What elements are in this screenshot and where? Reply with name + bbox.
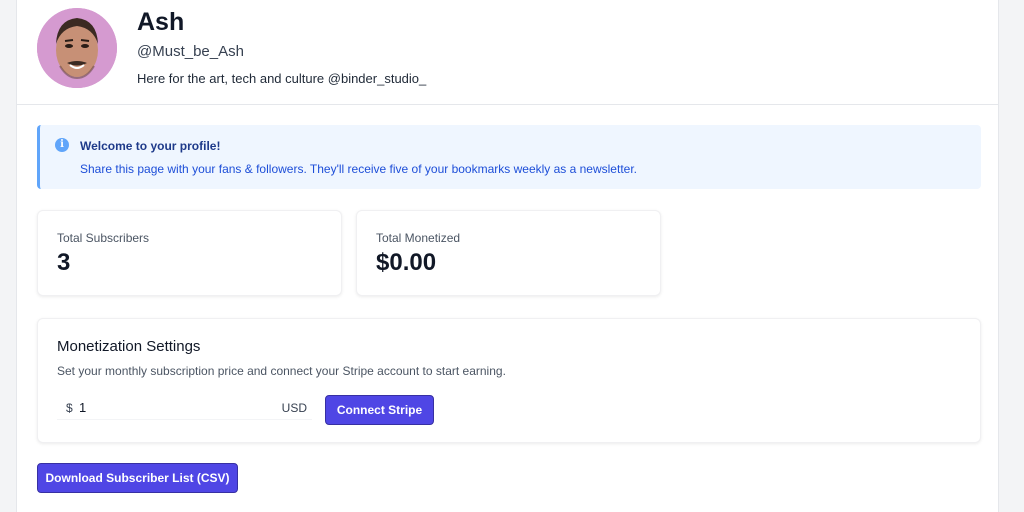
monetization-settings-card: Monetization Settings Set your monthly s… (37, 318, 981, 443)
stat-value: $0.00 (376, 249, 437, 276)
stat-value: 3 (57, 249, 71, 276)
welcome-banner: i Welcome to your profile! Share this pa… (37, 125, 981, 189)
profile-header: Ash @Must_be_Ash Here for the art, tech … (17, 0, 998, 105)
stat-card-monetized: Total Monetized $0.00 (356, 210, 661, 296)
price-input[interactable] (79, 397, 259, 417)
section-description: Set your monthly subscription price and … (57, 364, 506, 378)
avatar-image (37, 8, 117, 88)
download-csv-button[interactable]: Download Subscriber List (CSV) (37, 463, 238, 493)
banner-text: Share this page with your fans & followe… (80, 162, 637, 176)
banner-title: Welcome to your profile! (80, 139, 221, 153)
info-icon: i (55, 138, 69, 152)
profile-page: Ash @Must_be_Ash Here for the art, tech … (16, 0, 999, 512)
section-title: Monetization Settings (57, 338, 201, 355)
currency-code: USD (281, 401, 307, 415)
stat-label: Total Subscribers (57, 231, 150, 245)
avatar (37, 8, 117, 88)
price-field: $ USD (57, 397, 312, 420)
connect-stripe-button[interactable]: Connect Stripe (325, 395, 434, 425)
stat-card-subscribers: Total Subscribers 3 (37, 210, 342, 296)
currency-symbol: $ (66, 401, 73, 415)
profile-bio: Here for the art, tech and culture @bind… (137, 71, 427, 86)
profile-name: Ash (137, 8, 185, 36)
profile-handle: @Must_be_Ash (137, 43, 244, 60)
stat-label: Total Monetized (376, 231, 461, 245)
